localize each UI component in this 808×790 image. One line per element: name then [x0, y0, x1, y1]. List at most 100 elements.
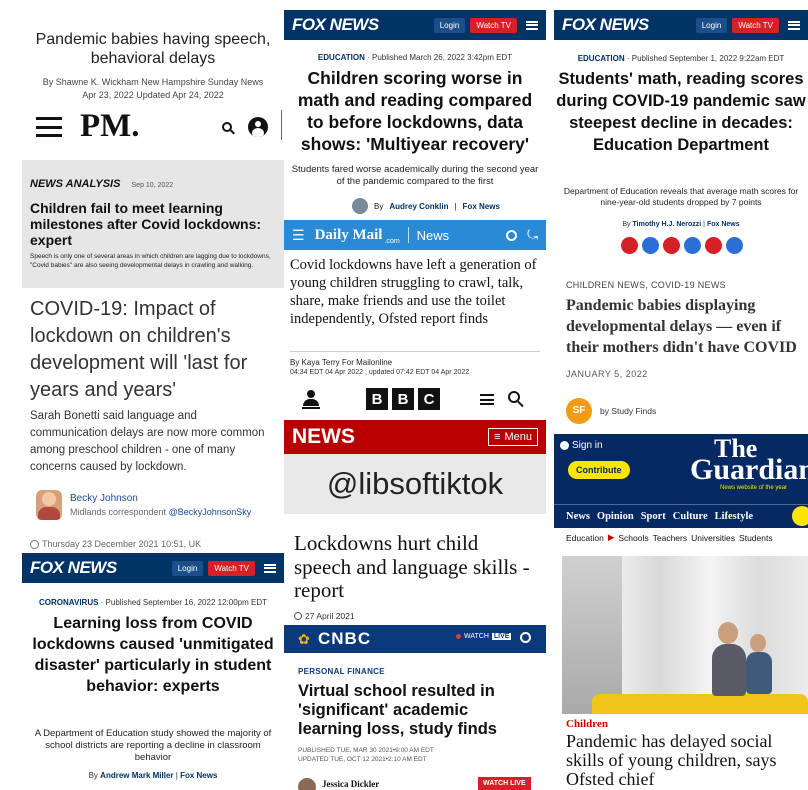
author-name[interactable]: Andrew Mark Miller	[100, 771, 173, 780]
sub-nav: Education ▶ Schools Teachers Universitie…	[566, 532, 773, 543]
article-card-sky: COVID-19: Impact of lockdown on children…	[22, 288, 284, 553]
login-button[interactable]: Login	[433, 17, 466, 33]
section-label[interactable]: News	[417, 228, 450, 243]
headline[interactable]: Lockdowns hurt child speech and language…	[294, 531, 534, 603]
date: Sep 10, 2022	[131, 182, 174, 189]
cnbc-navbar: ✿ CNBC WATCH LIVE	[284, 625, 546, 653]
outlet-name: Fox News	[706, 221, 740, 228]
article-card-fox-math: FOX NEWS Login Watch TV EDUCATION · Publ…	[284, 10, 546, 220]
timestamp: 04:34 EDT 04 Apr 2022 , updated 07:42 ED…	[290, 369, 470, 376]
watch-tv-button[interactable]: Watch TV	[732, 17, 779, 33]
nav-menu-button[interactable]	[792, 506, 808, 526]
watch-tv-button[interactable]: Watch TV	[470, 17, 517, 33]
author-handle[interactable]: @BeckyJohnsonSky	[169, 507, 252, 517]
byline: By Shawne K. Wickham New Hampshire Sunda…	[42, 77, 264, 87]
site-logo: PM.	[80, 108, 140, 144]
watch-tv-button[interactable]: Watch TV	[208, 560, 255, 576]
site-logo[interactable]: Daily Mail	[315, 227, 383, 244]
article-card-news-analysis: NEWS ANALYSIS Sep 10, 2022 Children fail…	[22, 160, 284, 288]
author-name[interactable]: Jessica Dickler	[322, 779, 379, 789]
summary: Department of Education reveals that ave…	[563, 186, 799, 207]
section-label[interactable]: NEWS	[292, 425, 355, 449]
tag-label[interactable]: Children	[566, 718, 608, 730]
headline[interactable]: Children scoring worse in math and readi…	[288, 67, 542, 155]
account-icon	[560, 441, 569, 450]
sub-nav-root[interactable]: Education	[566, 533, 604, 543]
bbc-logo[interactable]: B B C	[366, 388, 440, 410]
guardian-header: Sign in Contribute The Guardian News web…	[554, 434, 808, 504]
nav-item-news[interactable]: News	[566, 511, 590, 522]
email-icon[interactable]	[726, 237, 743, 254]
watch-live-button[interactable]: WATCH LIVE	[478, 777, 531, 790]
published-date: Published September 16, 2022 12:00pm EDT	[105, 598, 267, 607]
author-name[interactable]: Becky Johnson	[70, 493, 138, 504]
search-icon[interactable]	[520, 632, 531, 643]
menu-icon[interactable]	[788, 20, 800, 30]
headline[interactable]: Pandemic babies displaying developmental…	[566, 295, 808, 358]
headline[interactable]: Virtual school resulted in 'significant'…	[298, 682, 536, 739]
author-name[interactable]: Audrey Conklin	[389, 202, 448, 211]
headline[interactable]: Learning loss from COVID lockdowns cause…	[30, 613, 276, 697]
print-icon[interactable]	[705, 237, 722, 254]
peacock-icon: ✿	[298, 631, 310, 647]
sign-in-link[interactable]: Sign in	[572, 440, 603, 451]
menu-icon[interactable]	[480, 394, 494, 405]
menu-button[interactable]: ≡ Menu	[488, 428, 538, 446]
nav-item-sport[interactable]: Sport	[641, 511, 666, 522]
outlet-name: Fox News	[180, 771, 218, 780]
nav-item-opinion[interactable]: Opinion	[597, 511, 634, 522]
watermark: @libsoftiktok	[326, 466, 504, 501]
headline[interactable]: Children fail to meet learning milestone…	[30, 200, 278, 248]
sub-nav-schools[interactable]: Schools	[618, 533, 648, 543]
site-logo[interactable]: CNBC	[318, 629, 371, 649]
section-label[interactable]: EDUCATION	[318, 53, 365, 62]
menu-icon[interactable]	[526, 20, 538, 30]
section-label[interactable]: EDUCATION	[578, 54, 625, 63]
article-card-cnbc: ✿ CNBC WATCH LIVE PERSONAL FINANCE Virtu…	[284, 625, 546, 790]
login-button[interactable]: Login	[171, 560, 204, 576]
section-label[interactable]: PERSONAL FINANCE	[298, 667, 385, 676]
flipboard-icon[interactable]	[663, 237, 680, 254]
menu-icon[interactable]: ☰	[292, 227, 305, 244]
site-logo-line2[interactable]: Guardian	[690, 455, 808, 485]
account-icon[interactable]	[302, 390, 320, 409]
headline[interactable]: Pandemic has delayed social skills of yo…	[566, 732, 806, 789]
headline[interactable]: COVID-19: Impact of lockdown on children…	[30, 296, 282, 404]
category-label[interactable]: CHILDREN NEWS, COVID-19 NEWS	[566, 280, 726, 290]
timestamp: Thursday 23 December 2021 10:51, UK	[42, 539, 202, 549]
article-card-daily-mail: ☰ Daily Mail .com News ⤿ Covid lockdowns…	[284, 220, 546, 380]
fox-navbar: FOX NEWS Login Watch TV	[554, 10, 808, 40]
fox-logo[interactable]: FOX NEWS	[292, 15, 379, 35]
nav-item-lifestyle[interactable]: Lifestyle	[715, 511, 754, 522]
share-icon[interactable]: ⤿	[527, 227, 538, 243]
site-logo[interactable]: SF	[566, 398, 592, 424]
author-name[interactable]: Timothy H.J. Nerozzi	[633, 221, 702, 228]
sub-nav-teachers[interactable]: Teachers	[653, 533, 688, 543]
account-icon[interactable]	[248, 117, 268, 137]
updated-date: UPDATED TUE, OCT 12 2021•2:10 AM EDT	[298, 756, 427, 763]
contribute-button[interactable]: Contribute	[568, 461, 630, 479]
summary: Students fared worse academically during…	[291, 164, 539, 187]
menu-icon[interactable]	[36, 117, 62, 137]
live-badge: LIVE	[491, 633, 512, 640]
byline[interactable]: by Study Finds	[600, 406, 656, 416]
divider	[290, 351, 540, 352]
sub-nav-students[interactable]: Students	[739, 533, 773, 543]
menu-label: Menu	[504, 431, 532, 443]
watch-label[interactable]: WATCH	[464, 633, 489, 640]
sub-nav-universities[interactable]: Universities	[691, 533, 735, 543]
headline[interactable]: Students' math, reading scores during CO…	[556, 68, 806, 156]
login-button[interactable]: Login	[695, 17, 728, 33]
headline[interactable]: Covid lockdowns have left a generation o…	[290, 256, 540, 328]
search-icon[interactable]	[506, 229, 518, 241]
byline[interactable]: By Kaya Terry For Mailonline	[290, 358, 392, 367]
twitter-icon[interactable]	[642, 237, 659, 254]
nav-item-culture[interactable]: Culture	[673, 511, 708, 522]
dateline: Apr 23, 2022 Updated Apr 24, 2022	[82, 90, 224, 100]
facebook-icon[interactable]	[621, 237, 638, 254]
section-label[interactable]: CORONAVIRUS	[39, 598, 98, 607]
fox-logo[interactable]: FOX NEWS	[562, 15, 649, 35]
fox-logo[interactable]: FOX NEWS	[30, 558, 117, 578]
comment-icon[interactable]	[684, 237, 701, 254]
menu-icon[interactable]	[264, 563, 276, 573]
